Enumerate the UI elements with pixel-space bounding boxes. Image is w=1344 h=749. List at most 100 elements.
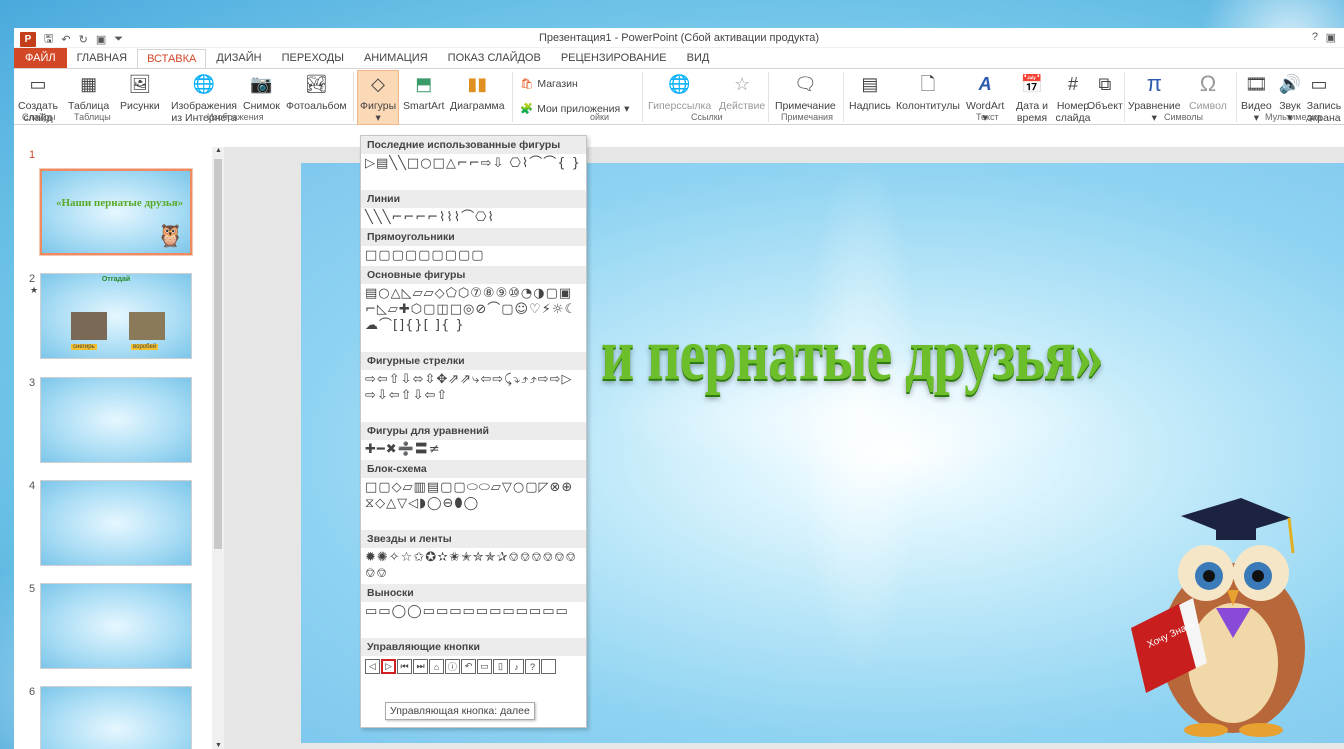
- tab-home[interactable]: ГЛАВНАЯ: [67, 48, 137, 68]
- basic-shapes-grid[interactable]: ▤○△◺▱▱◇⬠⬡⑦⑧⑨⑩◔◑▢▣⌐◺▱✚⬡▢◫□◎⊘⌒▢☺♡⚡☼☾☁⌒[]{}…: [361, 284, 586, 352]
- group-label-links: Ссылки: [691, 112, 723, 122]
- window-title: Презентация1 - PowerPoint (Сбой активаци…: [538, 32, 820, 44]
- comment-button[interactable]: 🗨 Примечание: [775, 71, 836, 112]
- screenshot-label: Снимок: [243, 100, 280, 112]
- thumb-label: снегирь: [71, 344, 97, 350]
- new-slide-icon: ▭: [29, 74, 47, 94]
- table-label: Таблица: [68, 100, 110, 112]
- shapes-icon: ◇: [371, 74, 386, 94]
- owl-with-book-picture[interactable]: Хочу Знать: [1121, 498, 1331, 738]
- equation-shapes-grid[interactable]: ✚━✖➗〓≠: [361, 440, 586, 460]
- equation-label: Уравнение: [1128, 100, 1181, 112]
- slide-thumbnail-3[interactable]: [40, 377, 192, 463]
- store-button[interactable]: 🛍 Магазин: [520, 77, 578, 91]
- hyperlink-button[interactable]: 🌐 Гиперссылка: [648, 71, 711, 112]
- section-action-buttons: Управляющие кнопки: [361, 638, 586, 656]
- scroll-up-icon[interactable]: ▲: [215, 147, 222, 154]
- action-button-return[interactable]: ↶: [461, 659, 476, 674]
- smartart-icon: ⬒: [415, 74, 433, 94]
- lines-grid[interactable]: ╲╲╲⌐⌐⌐⌐⌇⌇⌇⌒⎔⌇: [361, 208, 586, 228]
- slide-number: 3: [29, 377, 36, 389]
- bird-picture: [71, 312, 107, 340]
- store-icon: 🛍: [520, 78, 534, 90]
- tab-transitions[interactable]: ПЕРЕХОДЫ: [272, 48, 354, 68]
- action-button-beginning[interactable]: ⏮: [397, 659, 412, 674]
- smartart-button[interactable]: ⬒ SmartArt: [403, 71, 444, 112]
- screenshot-button[interactable]: 📷 Снимок: [243, 71, 280, 112]
- object-button[interactable]: ⧉ Объект: [1087, 71, 1123, 112]
- comment-label: Примечание: [775, 100, 836, 112]
- section-stars-banners: Звезды и ленты: [361, 530, 586, 548]
- table-button[interactable]: ▦ Таблица: [68, 71, 109, 112]
- tab-review[interactable]: РЕЦЕНЗИРОВАНИЕ: [551, 48, 677, 68]
- action-button-end[interactable]: ⏭: [413, 659, 428, 674]
- action-button-information[interactable]: ⓘ: [445, 659, 460, 674]
- restore-ribbon-icon[interactable]: ▣: [1326, 31, 1336, 44]
- action-button-help[interactable]: ?: [525, 659, 540, 674]
- date-time-button[interactable]: 📅 Дата и время: [1012, 71, 1052, 124]
- bird-picture: [129, 312, 165, 340]
- powerpoint-window: P 🖫 ↶ ↻ ▣ ⏷ Презентация1 - PowerPoint (С…: [14, 28, 1344, 749]
- stars-banners-grid[interactable]: ✹✺✧☆✩✪✫✬✭✮✯✰⎊⎊⎊⎊⎊⎊⎊⎊: [361, 548, 586, 584]
- slide-number: 2: [29, 273, 36, 285]
- pictures-icon: 🖼: [128, 74, 152, 94]
- workspace: 1 «Наши пернатые друзья» 🦉 2 ★ Отгадай с…: [14, 147, 1344, 749]
- chart-button[interactable]: ▮▮ Диаграмма: [450, 71, 505, 112]
- thumbnails-scrollbar[interactable]: ▲ ▼: [212, 147, 224, 749]
- scrollbar-thumb[interactable]: [214, 159, 222, 549]
- slide-title[interactable]: и пернатые друзья»: [601, 313, 1104, 398]
- block-arrows-grid[interactable]: ⇨⇦⇧⇩⬄⇳✥⇗⇗⤷⇦⇨⤹⤵⤴⤴⇨⇨▷⇨⇩⇦⇧⇩⇦⇧: [361, 370, 586, 422]
- tab-slideshow[interactable]: ПОКАЗ СЛАЙДОВ: [438, 48, 551, 68]
- tab-insert[interactable]: ВСТАВКА: [137, 49, 207, 69]
- symbol-label: Символ: [1189, 100, 1227, 112]
- group-separator: [1124, 72, 1125, 122]
- tab-file[interactable]: ФАЙЛ: [14, 48, 67, 68]
- title-bar: P 🖫 ↶ ↻ ▣ ⏷ Презентация1 - PowerPoint (С…: [14, 28, 1344, 48]
- slide-thumbnail-2[interactable]: Отгадай снегирь воробей: [40, 273, 192, 359]
- object-icon: ⧉: [1098, 74, 1112, 94]
- group-separator: [843, 72, 844, 122]
- screenshot-icon: 📷: [250, 74, 273, 94]
- date-time-icon: 📅: [1020, 74, 1044, 94]
- action-button-custom[interactable]: [541, 659, 556, 674]
- action-button[interactable]: ☆ Действие: [719, 71, 765, 112]
- callouts-grid[interactable]: ▭▭◯◯▭▭▭▭▭▭▭▭▭▭▭: [361, 602, 586, 638]
- recent-shapes-grid[interactable]: ▷▤╲╲□○□△⌐⌐⇨⇩ ⎔⌇⌒⌒{ }: [361, 154, 586, 190]
- pictures-button[interactable]: 🖼 Рисунки: [120, 71, 160, 112]
- action-button-next[interactable]: ▷: [381, 659, 396, 674]
- tab-design[interactable]: ДИЗАЙН: [206, 48, 271, 68]
- action-button-back[interactable]: ◁: [365, 659, 380, 674]
- scroll-down-icon[interactable]: ▼: [215, 742, 222, 749]
- shapes-button[interactable]: ◇ Фигуры ▾: [356, 70, 400, 125]
- action-button-document[interactable]: ▯: [493, 659, 508, 674]
- group-label-text: Текст: [976, 112, 999, 122]
- slide-thumbnail-1[interactable]: «Наши пернатые друзья» 🦉: [39, 168, 193, 256]
- wordart-label: WordArt: [966, 100, 1005, 112]
- chart-label: Диаграмма: [450, 100, 505, 112]
- help-button[interactable]: ?: [1312, 31, 1318, 43]
- slide-number: 6: [29, 686, 36, 698]
- tab-view[interactable]: ВИД: [677, 48, 720, 68]
- rectangles-grid[interactable]: □▢▢▢▢▢▢▢▢: [361, 246, 586, 266]
- slide-number: 4: [29, 480, 36, 492]
- slide-thumbnail-5[interactable]: [40, 583, 192, 669]
- store-label: Магазин: [537, 77, 578, 90]
- my-apps-button[interactable]: 🧩 Мои приложения ▾: [520, 102, 629, 116]
- video-label: Видео: [1241, 100, 1272, 112]
- flowchart-grid[interactable]: □▢◇▱▥▤▢▢⬭⬭▱▽○▢◸⊗⊕⧖◇△▽◁◗◯⊖⬮◯: [361, 478, 586, 530]
- photo-album-button[interactable]: 🏞 Фотоальбом: [286, 71, 347, 112]
- group-label-apps: ойки: [590, 112, 609, 122]
- textbox-button[interactable]: ▤ Надпись: [849, 71, 891, 112]
- slide-thumbnail-6[interactable]: [40, 686, 192, 749]
- slide-thumbnail-4[interactable]: [40, 480, 192, 566]
- tab-animation[interactable]: АНИМАЦИЯ: [354, 48, 438, 68]
- action-button-home[interactable]: ⌂: [429, 659, 444, 674]
- object-label: Объект: [1087, 100, 1123, 112]
- online-pictures-icon: 🌐: [192, 74, 216, 94]
- action-button-sound[interactable]: ♪: [509, 659, 524, 674]
- group-separator: [768, 72, 769, 122]
- symbol-button[interactable]: Ω Символ: [1189, 71, 1227, 113]
- header-footer-button[interactable]: 🗋 Колонтитулы: [896, 71, 960, 112]
- action-button-movie[interactable]: ▭: [477, 659, 492, 674]
- thumb-heading: Отгадай: [101, 276, 131, 283]
